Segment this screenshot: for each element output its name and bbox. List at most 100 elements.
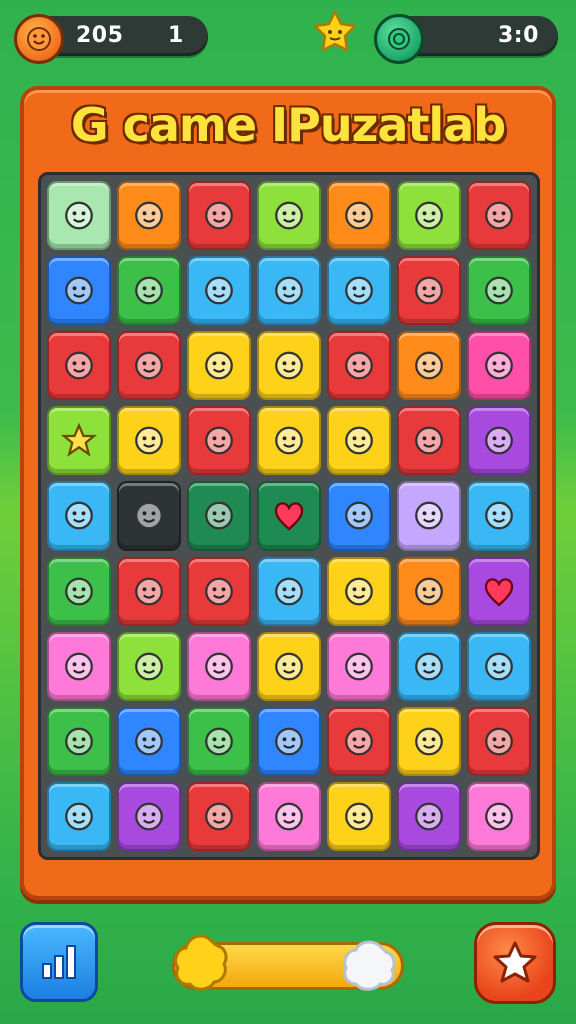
heart-icon [484,577,514,607]
tile[interactable] [117,556,181,626]
game-board: G came IPuzatlab [20,86,556,900]
pencil-icon [135,201,163,230]
score-value: 205 [76,23,124,48]
tile[interactable] [117,331,181,401]
panda-icon [345,652,373,681]
tile[interactable] [467,631,531,701]
tile[interactable] [467,781,531,851]
tile[interactable] [187,706,251,776]
tile[interactable] [257,706,321,776]
tile[interactable] [397,406,461,476]
tile[interactable] [397,256,461,326]
tile[interactable] [397,481,461,551]
tile[interactable] [257,781,321,851]
tile[interactable] [47,631,111,701]
sun-blob-icon[interactable] [166,930,236,998]
tile[interactable] [467,181,531,251]
tile[interactable] [47,256,111,326]
game-title: G came IPuzatlab [70,98,506,152]
sun-face-icon [345,727,373,756]
tile[interactable] [257,556,321,626]
tile[interactable] [327,256,391,326]
tile[interactable] [187,406,251,476]
tile[interactable] [397,781,461,851]
tile[interactable] [467,256,531,326]
orange-face-icon [415,577,443,605]
ghost-icon [65,276,93,305]
tile[interactable] [397,181,461,251]
count-value: 1 [168,23,184,48]
tile[interactable] [467,706,531,776]
tile[interactable] [467,406,531,476]
tile[interactable] [187,556,251,626]
tile[interactable] [257,181,321,251]
tile[interactable] [257,631,321,701]
tile[interactable] [327,781,391,851]
star-icon [61,423,97,458]
tile[interactable] [187,631,251,701]
tile[interactable] [397,631,461,701]
tile[interactable] [327,406,391,476]
tile[interactable] [467,481,531,551]
tile[interactable] [467,556,531,626]
globe-icon [345,427,373,455]
tile[interactable] [117,706,181,776]
tile[interactable] [47,406,111,476]
bandage-icon [485,351,513,380]
tile[interactable] [117,631,181,701]
tile[interactable] [117,256,181,326]
drop-icon [205,502,233,530]
tile[interactable] [187,256,251,326]
tile[interactable] [327,331,391,401]
star-face-icon[interactable] [310,8,360,56]
heart-icon [274,502,304,531]
bear-face-icon [415,427,443,455]
document-icon [135,276,163,305]
tile[interactable] [187,781,251,851]
tile[interactable] [397,706,461,776]
tile[interactable] [327,556,391,626]
flag-icon [135,502,163,530]
tile[interactable] [187,481,251,551]
tile[interactable] [47,781,111,851]
tile[interactable] [257,481,321,551]
tile[interactable] [397,331,461,401]
monster-icon [135,652,163,681]
stats-button[interactable] [20,922,98,1002]
tile[interactable] [257,331,321,401]
tile[interactable] [187,331,251,401]
tile[interactable] [47,331,111,401]
tile[interactable] [327,706,391,776]
tile[interactable] [397,556,461,626]
brush-icon [345,276,373,305]
tile[interactable] [327,181,391,251]
tile[interactable] [47,706,111,776]
paper-plane-icon [275,276,303,305]
tile[interactable] [47,481,111,551]
cloud-blob-icon[interactable] [336,934,402,996]
favorite-button[interactable] [474,922,556,1004]
tile[interactable] [47,556,111,626]
tile[interactable] [327,481,391,551]
tile[interactable] [467,331,531,401]
lemon-icon [65,652,93,681]
bottle-icon [135,427,163,455]
blob-icon [205,652,233,681]
coin-icon [415,351,443,380]
tile[interactable] [327,631,391,701]
tile[interactable] [257,256,321,326]
gnome-icon [275,802,303,831]
gear-icon [485,427,513,455]
tile[interactable] [117,406,181,476]
tile[interactable] [117,481,181,551]
star-icon [493,941,537,983]
tile[interactable] [117,181,181,251]
tile[interactable] [187,181,251,251]
tile[interactable] [117,781,181,851]
lollipop-icon [135,577,163,605]
tile[interactable] [47,181,111,251]
tile[interactable] [257,406,321,476]
leaf-icon [205,727,233,756]
lion-face-icon [415,727,443,756]
sheep-icon [485,802,513,831]
